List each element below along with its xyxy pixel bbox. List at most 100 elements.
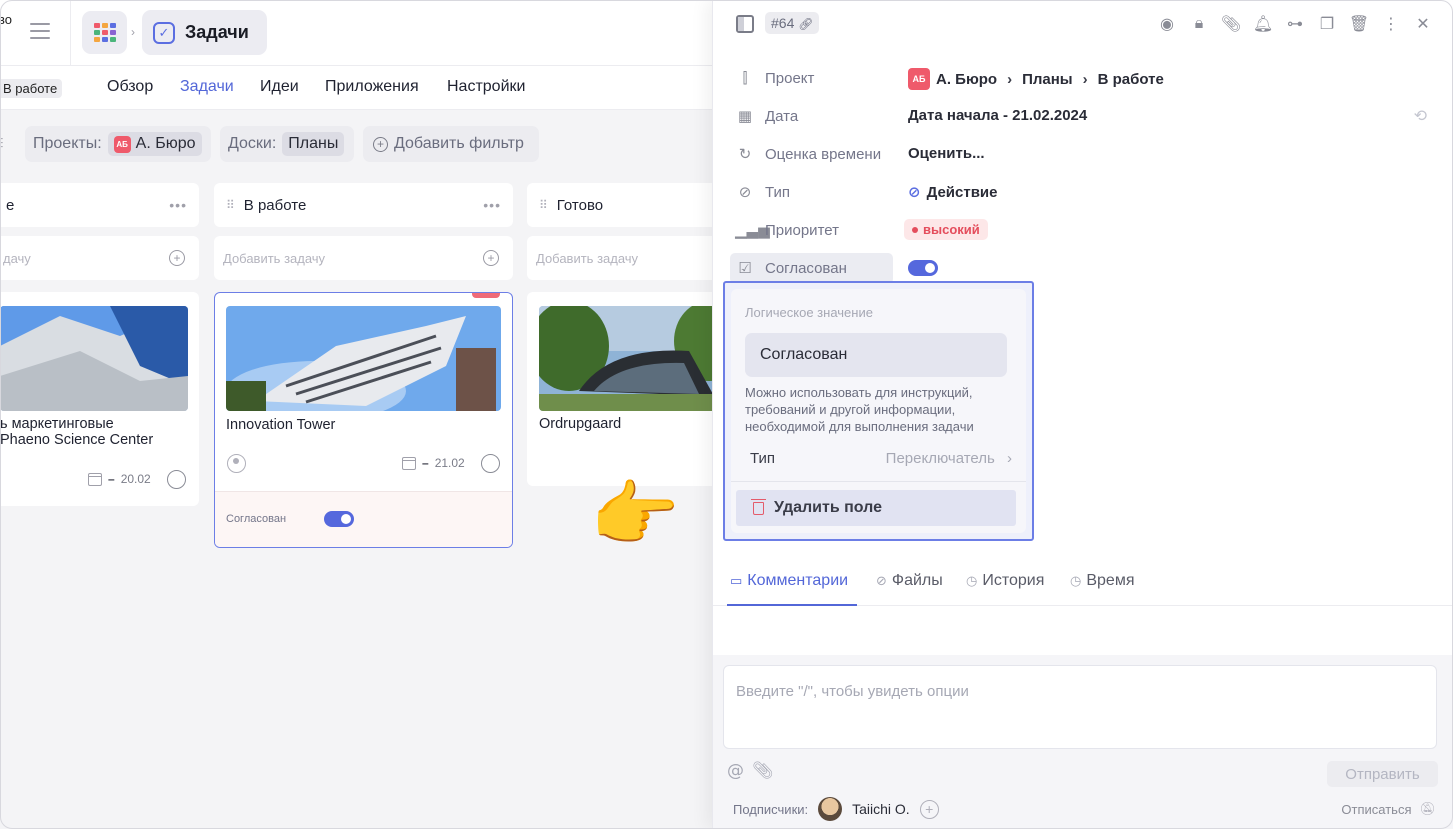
- tab-tasks[interactable]: Задачи: [180, 78, 234, 96]
- paperclip-icon[interactable]: 📎︎: [1220, 12, 1242, 34]
- path-segment[interactable]: А. Бюро: [936, 71, 997, 88]
- sidebar-toggle-icon[interactable]: [736, 15, 754, 33]
- path-chevron-icon: ›: [1007, 70, 1013, 88]
- tab-ideas[interactable]: Идеи: [260, 78, 299, 96]
- column-title: е: [6, 196, 15, 214]
- task-card[interactable]: ь маркетинговые Phaeno Science Center – …: [0, 292, 199, 506]
- estimate-value[interactable]: Оценить...: [908, 145, 985, 162]
- popover-content: Логическое значение Согласован Можно исп…: [731, 289, 1026, 533]
- subtasks-icon[interactable]: ⊶: [1284, 12, 1306, 34]
- add-filter-button[interactable]: + Добавить фильтр: [363, 126, 539, 162]
- apps-grid-cell: [93, 23, 100, 28]
- add-task-row[interactable]: дачу +: [0, 236, 199, 280]
- subscriber-avatar[interactable]: [818, 797, 843, 821]
- boards-filter-value: Планы: [282, 132, 345, 156]
- tab-apps[interactable]: Приложения: [325, 78, 419, 96]
- tab-time[interactable]: ◷ Время: [1070, 572, 1134, 590]
- type-value[interactable]: ⊘ Действие: [908, 183, 997, 201]
- tab-comments[interactable]: ▭ Комментарии: [730, 572, 848, 590]
- task-id-badge[interactable]: #64 🔗︎: [765, 12, 820, 34]
- field-name-input[interactable]: Согласован: [745, 333, 1007, 377]
- add-task-row[interactable]: Добавить задачу +: [214, 236, 513, 280]
- add-task-row[interactable]: Добавить задачу: [527, 236, 712, 280]
- property-project[interactable]: ⫿ Проект: [735, 63, 815, 93]
- project-path[interactable]: АБ А. Бюро › Планы › В работе: [908, 68, 1164, 90]
- path-segment[interactable]: В работе: [1098, 71, 1164, 88]
- copy-icon[interactable]: ❐: [1316, 12, 1338, 34]
- priority-icon: ▁▃▅: [735, 221, 770, 239]
- add-subscriber-icon[interactable]: +: [919, 799, 939, 819]
- comment-input[interactable]: Введите "/", чтобы увидеть опции: [723, 665, 1437, 749]
- more-vertical-icon[interactable]: ⋮: [1380, 12, 1402, 34]
- priority-badge: высокий: [904, 219, 988, 240]
- property-label: Согласован: [765, 259, 847, 277]
- column-header[interactable]: ⠿ Готово: [527, 183, 712, 227]
- property-type[interactable]: ⊘ Тип: [735, 177, 790, 207]
- property-date[interactable]: ▦ Дата: [735, 101, 798, 131]
- tab-label: История: [982, 572, 1045, 589]
- task-card[interactable]: Ordrupgaard: [527, 292, 712, 486]
- section-title-chip[interactable]: ✓ Задачи: [142, 10, 267, 55]
- complete-checkbox[interactable]: [481, 454, 500, 473]
- project-nav: В работе Обзор Задачи Идеи Приложения На…: [0, 66, 712, 110]
- property-estimate[interactable]: ↻ Оценка времени: [735, 139, 881, 169]
- type-value-icon: ⊘: [908, 183, 921, 201]
- property-priority[interactable]: ▁▃▅ Приоритет: [735, 215, 839, 245]
- approved-toggle[interactable]: [908, 260, 938, 276]
- column-more-icon[interactable]: •••: [169, 197, 187, 213]
- repeat-icon[interactable]: ⟲: [1414, 106, 1427, 125]
- add-task-plus-icon[interactable]: +: [483, 250, 499, 266]
- tab-files[interactable]: ⊘ Файлы: [876, 572, 943, 590]
- card-field-toggle[interactable]: [324, 511, 354, 527]
- card-date: – 21.02: [402, 456, 465, 470]
- type-icon: ⊘: [738, 183, 752, 201]
- mention-icon[interactable]: @: [727, 761, 744, 781]
- attach-icon[interactable]: 📎︎: [752, 761, 774, 781]
- field-type-value: Переключатель: [885, 450, 995, 467]
- breadcrumb-chevron-icon: ›: [131, 25, 135, 39]
- complete-checkbox[interactable]: [167, 470, 186, 489]
- tab-overview[interactable]: Обзор: [107, 78, 153, 96]
- add-task-placeholder: дачу: [3, 250, 31, 266]
- priority-value[interactable]: высокий: [904, 219, 988, 240]
- eye-icon[interactable]: ◉: [1156, 12, 1178, 34]
- card-label-stripe: [472, 293, 500, 298]
- boards-filter-chip[interactable]: Доски: Планы: [220, 126, 354, 162]
- bell-off-icon: 🔕︎: [1419, 802, 1436, 817]
- property-approved[interactable]: ☑ Согласован: [735, 253, 847, 283]
- column-more-icon[interactable]: •••: [483, 197, 501, 213]
- drag-handle-icon[interactable]: ⠿: [539, 198, 548, 212]
- bell-icon[interactable]: 🔔︎: [1252, 12, 1274, 34]
- comment-icon: ▭: [730, 573, 743, 588]
- projects-filter-value-text: А. Бюро: [135, 135, 196, 152]
- add-task-plus-icon[interactable]: +: [169, 250, 185, 266]
- unsubscribe-button[interactable]: Отписаться 🔕︎: [1341, 802, 1436, 817]
- column-header[interactable]: ⠿ В работе •••: [214, 183, 513, 227]
- lock-icon[interactable]: 🔒︎: [1188, 12, 1210, 34]
- unsubscribe-label: Отписаться: [1341, 802, 1412, 817]
- date-dash: –: [422, 456, 429, 470]
- task-card-selected[interactable]: Innovation Tower – 21.02 Согласован: [214, 292, 513, 548]
- property-label: Дата: [765, 107, 799, 125]
- drag-handle-icon[interactable]: ⠿: [226, 198, 235, 212]
- date-value[interactable]: Дата начала - 21.02.2024: [908, 107, 1087, 124]
- send-button[interactable]: Отправить: [1327, 761, 1438, 787]
- close-icon[interactable]: ✕: [1412, 12, 1434, 34]
- apps-grid-cell: [109, 30, 116, 35]
- assignee-icon[interactable]: [227, 454, 246, 473]
- path-segment[interactable]: Планы: [1022, 71, 1073, 88]
- column-header[interactable]: е •••: [0, 183, 199, 227]
- filter-sliders-icon[interactable]: ⫶: [0, 135, 4, 152]
- delete-icon[interactable]: 🗑︎: [1348, 12, 1370, 34]
- timer-icon: ◷: [1070, 573, 1082, 588]
- menu-icon[interactable]: [30, 23, 50, 39]
- delete-field-button[interactable]: Удалить поле: [736, 490, 1016, 526]
- priority-text: высокий: [923, 222, 980, 237]
- field-type-selector[interactable]: Переключатель ›: [886, 450, 1012, 467]
- tab-settings[interactable]: Настройки: [447, 78, 525, 96]
- tab-label: Файлы: [891, 572, 943, 589]
- tab-history[interactable]: ◷ История: [966, 572, 1044, 590]
- building-photo: [0, 306, 188, 411]
- apps-grid-button[interactable]: [82, 11, 127, 54]
- projects-filter-chip[interactable]: Проекты: АБ А. Бюро: [25, 126, 211, 162]
